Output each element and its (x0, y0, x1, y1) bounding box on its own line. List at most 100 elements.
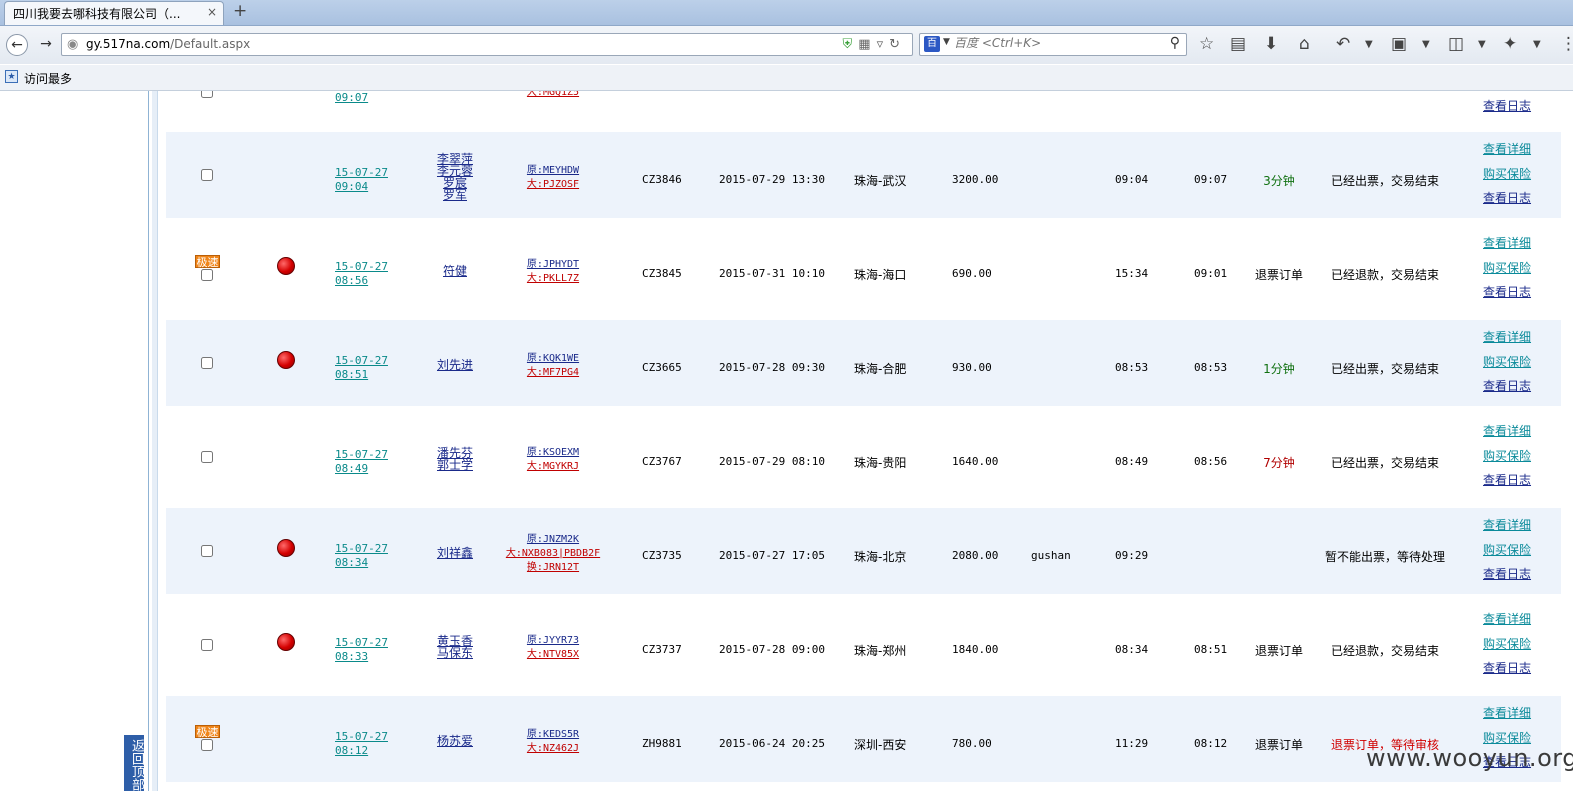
row-checkbox[interactable] (201, 169, 213, 181)
view-log-link[interactable]: 查看日志 (1483, 186, 1531, 211)
buy-insurance-link[interactable]: 购买保险 (1483, 632, 1531, 657)
chevron-down-icon[interactable]: ▼ (943, 37, 950, 47)
pnr-code[interactable]: 原:JYYR73 (502, 634, 604, 648)
pnr-code[interactable]: 原:KEDS5R (502, 728, 604, 742)
search-bar[interactable]: 百 ▼ ⚲ (919, 33, 1187, 56)
view-log-link[interactable]: 查看日志 (1483, 94, 1531, 119)
url-bar[interactable]: ◉ gy.517na.com/Default.aspx ⛨▦▿↻ (61, 33, 913, 56)
process-start-time: 08:53 (1115, 361, 1149, 374)
pnr-code[interactable]: 原:JPHYDT (502, 258, 604, 272)
pnr-codes: 原:KEDS5R 大:NZ462J (502, 728, 604, 756)
window-icon[interactable]: ◫ (1448, 34, 1464, 54)
search-input[interactable] (954, 36, 1154, 50)
chevron-down-icon[interactable]: ▼ (1422, 39, 1430, 50)
download-icon[interactable]: ⬇ (1264, 34, 1278, 54)
reload-icon[interactable]: ↻ (889, 37, 906, 52)
process-end-time: 09:07 (1194, 173, 1228, 186)
row-checkbox[interactable] (201, 639, 213, 651)
passenger-name[interactable]: 罗军 (423, 189, 487, 201)
passenger-name[interactable]: 刘祥鑫 (423, 547, 487, 559)
menu-icon[interactable]: ⋮ (1560, 34, 1573, 54)
chevron-down-icon[interactable]: ▼ (1478, 39, 1486, 50)
view-log-link[interactable]: 查看日志 (1483, 562, 1531, 587)
view-detail-link[interactable]: 查看详细 (1483, 701, 1531, 726)
buy-insurance-link[interactable]: 购买保险 (1483, 162, 1531, 187)
globe-icon: ◉ (67, 37, 79, 52)
back-arrow-icon[interactable]: ← (6, 34, 28, 56)
order-datetime[interactable]: 15-07-27 08:33 (335, 636, 388, 664)
qr-code-icon[interactable]: ▦ (858, 37, 876, 52)
back-to-top-button[interactable]: 返回顶部 (124, 735, 144, 791)
forward-arrow-icon[interactable]: → (35, 34, 57, 56)
pnr-code[interactable]: 换:JRN12T (502, 561, 604, 575)
buy-insurance-link[interactable]: 购买保险 (1483, 350, 1531, 375)
order-date: 15-07-27 (335, 730, 388, 743)
dropdown-arrow-icon[interactable]: ▿ (877, 37, 890, 52)
pnr-code[interactable]: 原:JNZM2K (502, 533, 604, 547)
order-datetime[interactable]: 15-07-27 09:04 (335, 166, 388, 194)
pnr-code[interactable]: 大:MF7PG4 (502, 366, 604, 380)
row-checkbox[interactable] (201, 357, 213, 369)
row-checkbox[interactable] (201, 739, 213, 751)
clipboard-icon[interactable]: ▤ (1230, 34, 1246, 54)
passenger-name[interactable]: 马保东 (423, 647, 487, 659)
view-log-link[interactable]: 查看日志 (1483, 280, 1531, 305)
shield-icon[interactable]: ⛨ (843, 37, 859, 52)
passenger-name[interactable]: 符健 (423, 265, 487, 277)
buy-insurance-link[interactable]: 购买保险 (1483, 256, 1531, 281)
pnr-code[interactable]: 原:KQK1WE (502, 352, 604, 366)
home-icon[interactable]: ⌂ (1299, 34, 1310, 54)
pnr-code[interactable]: 大:PKLL7Z (502, 272, 604, 286)
pnr-codes: 原:JNZM2K 大:NXB083|PBDB2F 换:JRN12T (502, 533, 604, 575)
new-tab-button[interactable]: + (233, 1, 247, 21)
tab-close-icon[interactable]: × (207, 5, 217, 19)
view-detail-link[interactable]: 查看详细 (1483, 607, 1531, 632)
chevron-down-icon[interactable]: ▼ (1533, 39, 1541, 50)
crop-icon[interactable]: ▣ (1391, 34, 1407, 54)
view-log-link[interactable]: 查看日志 (1483, 374, 1531, 399)
order-datetime[interactable]: 15-07-27 08:49 (335, 448, 388, 476)
undo-icon[interactable]: ↶ (1336, 34, 1350, 54)
order-time[interactable]: 09:07 (335, 91, 368, 105)
chevron-down-icon[interactable]: ▼ (1365, 39, 1373, 50)
pnr-code[interactable]: 原:KSOEXM (502, 446, 604, 460)
baidu-paw-icon[interactable]: 百 (924, 36, 940, 52)
pnr-big[interactable]: 大:MGQ1Z5 (502, 91, 604, 100)
buy-insurance-link[interactable]: 购买保险 (1483, 538, 1531, 563)
search-icon[interactable]: ⚲ (1170, 35, 1180, 51)
bookmark-star-icon[interactable]: ☆ (1199, 34, 1214, 54)
bookmark-most-visited[interactable]: 访问最多 (24, 70, 72, 87)
pnr-code[interactable]: 大:MGYKRJ (502, 460, 604, 474)
pnr-code[interactable]: 原:MEYHDW (502, 164, 604, 178)
passenger-name[interactable]: 杨苏爱 (423, 735, 487, 747)
tab-active[interactable]: 四川我要去哪科技有限公司（... × (4, 1, 224, 25)
view-log-link[interactable]: 查看日志 (1483, 468, 1531, 493)
table-row: 15-07-27 08:34 刘祥鑫 原:JNZM2K 大:NXB083|PBDB2F… (166, 508, 1561, 594)
order-datetime[interactable]: 15-07-27 08:34 (335, 542, 388, 570)
view-log-link[interactable]: 查看日志 (1483, 656, 1531, 681)
order-datetime[interactable]: 15-07-27 08:12 (335, 730, 388, 758)
view-detail-link[interactable]: 查看详细 (1483, 231, 1531, 256)
buy-insurance-link[interactable]: 购买保险 (1483, 444, 1531, 469)
url-text[interactable]: gy.517na.com/Default.aspx (86, 37, 250, 51)
row-checkbox[interactable] (201, 451, 213, 463)
row-checkbox[interactable] (201, 269, 213, 281)
pnr-code[interactable]: 大:NXB083|PBDB2F (502, 547, 604, 561)
express-badge: 极速 (195, 725, 220, 739)
view-detail-link[interactable]: 查看详细 (1483, 137, 1531, 162)
pnr-code[interactable]: 大:PJZOSF (502, 178, 604, 192)
row-checkbox[interactable] (201, 91, 213, 98)
passenger-name[interactable]: 郭士学 (423, 459, 487, 471)
passenger-name[interactable]: 刘先进 (423, 359, 487, 371)
order-datetime[interactable]: 15-07-27 08:56 (335, 260, 388, 288)
bookmark-folder-icon[interactable]: ★ (5, 70, 18, 83)
view-detail-link[interactable]: 查看详细 (1483, 419, 1531, 444)
order-time: 08:51 (335, 368, 369, 381)
plugin-icon[interactable]: ✦ (1503, 34, 1517, 54)
order-datetime[interactable]: 15-07-27 08:51 (335, 354, 388, 382)
row-checkbox[interactable] (201, 545, 213, 557)
view-detail-link[interactable]: 查看详细 (1483, 325, 1531, 350)
view-detail-link[interactable]: 查看详细 (1483, 513, 1531, 538)
pnr-code[interactable]: 大:NTV85X (502, 648, 604, 662)
pnr-code[interactable]: 大:NZ462J (502, 742, 604, 756)
